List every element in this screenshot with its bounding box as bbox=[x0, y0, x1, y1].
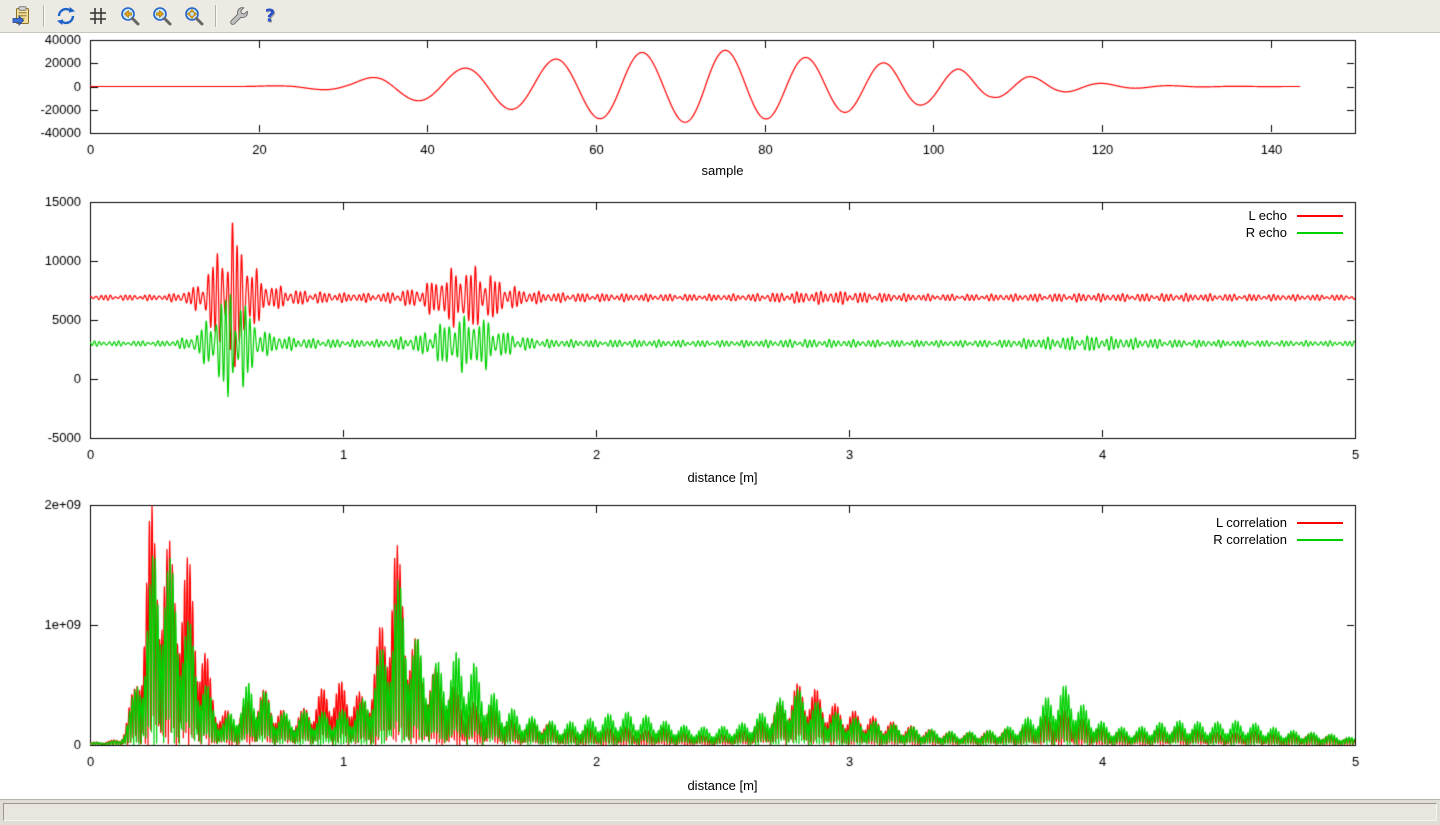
legend-item: L echo bbox=[1246, 207, 1343, 224]
export-icon bbox=[11, 5, 33, 27]
pulse-chart-canvas[interactable] bbox=[0, 33, 1440, 158]
echo-chart-canvas[interactable] bbox=[0, 190, 1440, 466]
settings-button[interactable] bbox=[224, 3, 252, 29]
legend-label: R correlation bbox=[1213, 532, 1287, 547]
legend-line-sample bbox=[1297, 215, 1343, 217]
export-button[interactable] bbox=[8, 3, 36, 29]
wrench-icon bbox=[227, 5, 249, 27]
legend-line-sample bbox=[1297, 232, 1343, 234]
legend-label: L echo bbox=[1248, 208, 1287, 223]
grid-icon bbox=[87, 5, 109, 27]
legend-line-sample bbox=[1297, 539, 1343, 541]
zoom-previous-button[interactable] bbox=[116, 3, 144, 29]
help-button[interactable]: ? ? bbox=[256, 3, 284, 29]
legend-line-sample bbox=[1297, 522, 1343, 524]
svg-text:?: ? bbox=[265, 6, 275, 27]
zoom-next-button[interactable] bbox=[148, 3, 176, 29]
legend-label: R echo bbox=[1246, 225, 1287, 240]
replot-icon bbox=[55, 5, 77, 27]
legend-item: R echo bbox=[1246, 224, 1343, 241]
autoscale-button[interactable] bbox=[180, 3, 208, 29]
echo-legend: L echo R echo bbox=[1246, 207, 1343, 241]
help-icon: ? ? bbox=[259, 5, 281, 27]
correlation-chart-xlabel: distance [m] bbox=[90, 776, 1355, 796]
toolbar-separator bbox=[43, 5, 45, 27]
toolbar: ? ? bbox=[0, 0, 1440, 33]
zoom-next-icon bbox=[151, 5, 173, 27]
status-text bbox=[3, 803, 1437, 821]
legend-item: R correlation bbox=[1213, 531, 1343, 548]
grid-button[interactable] bbox=[84, 3, 112, 29]
toolbar-separator bbox=[215, 5, 217, 27]
pulse-chart-xlabel: sample bbox=[90, 161, 1355, 181]
legend-label: L correlation bbox=[1216, 515, 1287, 530]
legend-item: L correlation bbox=[1213, 514, 1343, 531]
zoom-previous-icon bbox=[119, 5, 141, 27]
correlation-legend: L correlation R correlation bbox=[1213, 514, 1343, 548]
echo-chart-xlabel: distance [m] bbox=[90, 468, 1355, 488]
gnuplot-window: ? ? sample L echo R echo distance [m] L … bbox=[0, 0, 1440, 825]
replot-button[interactable] bbox=[52, 3, 80, 29]
status-bar bbox=[0, 799, 1440, 825]
autoscale-icon bbox=[183, 5, 205, 27]
